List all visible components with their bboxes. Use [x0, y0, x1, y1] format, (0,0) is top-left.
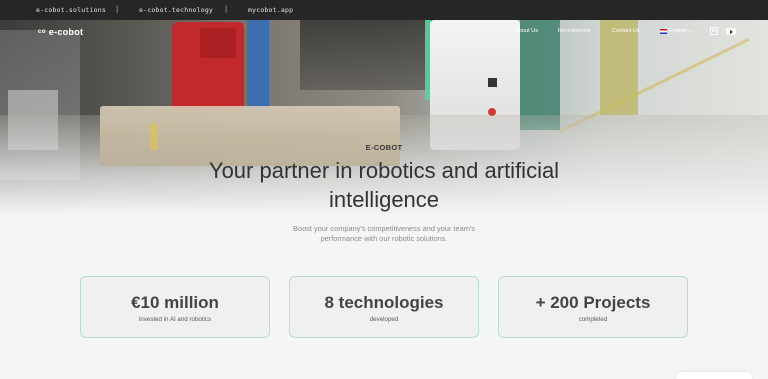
logo-text: e-cobot	[48, 27, 84, 37]
hero-subtitle-line-2: performance with our robotic solutions.	[320, 234, 448, 243]
domain-bar: e-cobot.solutions | e-cobot.technology |…	[0, 0, 768, 20]
page-title: Your partner in robotics and artificial …	[184, 156, 584, 214]
stat-value: + 200 Projects	[535, 293, 651, 312]
stat-value: €10 million	[131, 293, 219, 312]
separator: |	[115, 5, 120, 13]
stat-card-projects: + 200 Projects completed	[498, 276, 688, 338]
eyebrow-label: E-COBOT	[365, 143, 403, 152]
stat-label: developed	[369, 316, 399, 323]
hero-blue-pipe	[247, 20, 269, 110]
flag-icon	[660, 29, 667, 34]
stat-label: completed	[578, 316, 608, 323]
domain-link-technology[interactable]: e-cobot.technology	[139, 6, 213, 14]
site-logo[interactable]: ᶜᵒ e-cobot	[38, 27, 83, 37]
page-title-line-2: intelligence	[328, 187, 440, 212]
nav-recruitments[interactable]: Recruitments	[558, 28, 591, 34]
language-selector[interactable]: English	[669, 28, 687, 34]
hero-subtitle: Boost your company's competitiveness and…	[264, 224, 504, 244]
hero-red-machine-panel	[200, 28, 236, 58]
nav-about-us[interactable]: About Us	[515, 28, 538, 34]
chat-widget-tab[interactable]	[676, 372, 752, 379]
domain-link-mycobot[interactable]: mycobot.app	[248, 6, 293, 14]
stat-value: 8 technologies	[324, 293, 444, 312]
linkedin-icon[interactable]: in	[710, 27, 718, 35]
hero-green-pillar	[520, 20, 560, 130]
chevron-down-icon[interactable]: ⌄	[688, 27, 693, 34]
separator: |	[224, 5, 229, 13]
logo-icon: ᶜᵒ	[38, 27, 46, 37]
youtube-icon[interactable]	[726, 28, 736, 35]
stat-card-investment: €10 million invested in AI and robotics	[80, 276, 270, 338]
hero-ceiling	[300, 20, 440, 90]
stat-card-technologies: 8 technologies developed	[289, 276, 479, 338]
page-title-line-1: Your partner in robotics and artificial	[208, 158, 560, 183]
stat-label: invested in AI and robotics	[138, 316, 212, 323]
hero-subtitle-line-1: Boost your company's competitiveness and…	[293, 224, 475, 233]
hero-robot-display	[488, 78, 497, 87]
domain-link-solutions[interactable]: e-cobot.solutions	[36, 6, 106, 14]
nav-contact-us[interactable]: Contact Us	[612, 28, 640, 34]
